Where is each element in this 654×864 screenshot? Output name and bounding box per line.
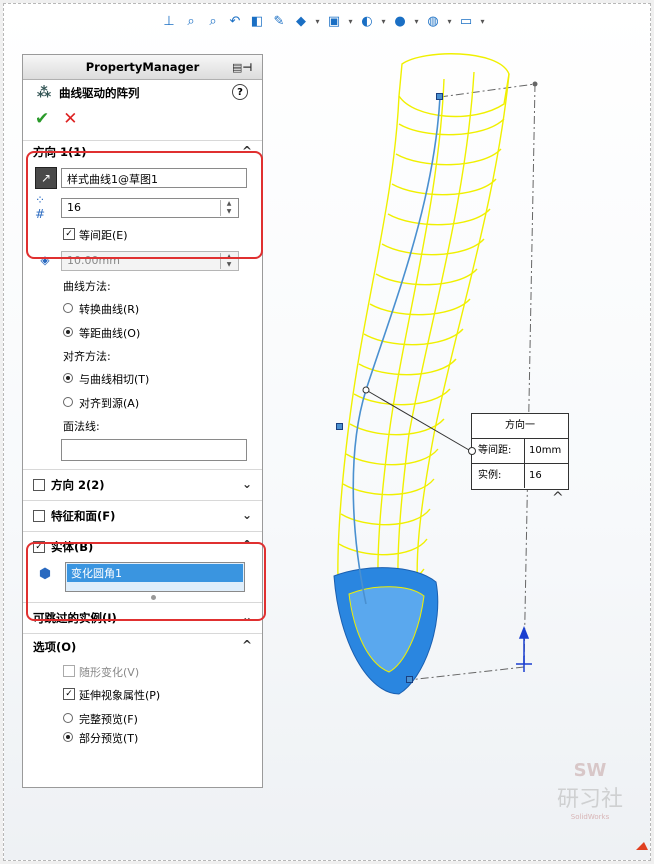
chevron-down-icon[interactable]: ⌄ [242, 477, 252, 491]
highlight-box-bodies [26, 542, 266, 621]
chevron-up-icon[interactable]: ^ [242, 638, 252, 652]
options-label: 选项(O) [33, 640, 77, 654]
endpoint-handle[interactable] [436, 93, 443, 100]
feature-header: ⁂ 曲线驱动的阵列 ? [23, 80, 262, 106]
curve-method-label: 曲线方法: [63, 280, 111, 293]
watermark-line2: 研习社 [556, 787, 623, 812]
window-frame: ⊥ ⌕ ⌕ ↶ ◧ ✎ ◆ ▾ ▣ ▾ ◐ ▾ ● ▾ ◍ ▾ ▭ ▾ ^ 方向… [3, 3, 651, 861]
sketch-point-handle[interactable] [336, 423, 343, 430]
ok-cancel-row: ✔ ✕ [23, 106, 262, 132]
callout-anchor [468, 447, 476, 455]
ok-button[interactable]: ✔ [35, 109, 49, 129]
feature-name: 曲线驱动的阵列 [59, 86, 140, 100]
help-icon[interactable]: ? [232, 84, 248, 100]
full-preview-label: 完整预览(F) [79, 713, 138, 726]
partial-preview-label: 部分预览(T) [79, 732, 139, 745]
features-faces-header[interactable]: 特征和面(F) ⌄ [23, 500, 262, 531]
collapse-callout-icon[interactable]: ^ [552, 490, 564, 506]
direction2-header[interactable]: 方向 2(2) ⌄ [23, 469, 262, 500]
cancel-button[interactable]: ✕ [63, 109, 77, 129]
callout-instances-value[interactable]: 16 [525, 464, 542, 488]
align-method-label: 对齐方法: [63, 350, 111, 363]
tangent-to-curve-radio[interactable] [63, 373, 73, 383]
transform-curve-radio[interactable] [63, 303, 73, 313]
callout-instances-label: 实例: [472, 464, 525, 488]
pm-title: PropertyManager [85, 60, 200, 74]
full-preview-radio[interactable] [63, 713, 73, 723]
vary-sketch-checkbox[interactable] [63, 665, 75, 677]
align-to-source-label: 对齐到源(A) [79, 397, 140, 410]
chevron-down-icon[interactable]: ⌄ [242, 508, 252, 522]
curve-driven-pattern-icon: ⁂ [36, 85, 52, 101]
propagate-visual-checkbox[interactable]: ✓ [63, 688, 75, 700]
watermark-line3: SolidWorks [570, 813, 610, 821]
tangent-to-curve-label: 与曲线相切(T) [79, 373, 150, 386]
face-normal-label: 面法线: [63, 420, 100, 433]
features-faces-checkbox[interactable] [33, 510, 45, 522]
highlight-box-direction1 [26, 151, 263, 259]
watermark-logo: SW 研习社 SolidWorks [540, 760, 640, 840]
features-faces-label: 特征和面(F) [51, 509, 116, 523]
origin-triad [516, 625, 532, 672]
vary-sketch-label: 随形变化(V) [79, 666, 140, 679]
pin-icon[interactable]: ▤⊣ [232, 59, 258, 75]
direction2-label: 方向 2(2) [51, 478, 105, 492]
options-header[interactable]: 选项(O) ^ [23, 633, 262, 660]
corner-flag-icon [636, 842, 648, 850]
propagate-visual-label: 延伸视象属性(P) [79, 689, 161, 702]
pattern-preview-wireframe [337, 53, 510, 605]
watermark-line1: SW [573, 760, 607, 781]
callout-leader [365, 389, 470, 451]
callout-title: 方向一 [472, 414, 568, 439]
curve-point[interactable] [362, 386, 370, 394]
callout-spacing-label: 等间距: [472, 439, 525, 463]
direction2-checkbox[interactable] [33, 479, 45, 491]
partial-preview-radio[interactable] [63, 732, 73, 742]
corner-handle[interactable] [406, 676, 413, 683]
pm-title-bar: PropertyManager ▤⊣ [23, 55, 262, 80]
corner-point [532, 81, 538, 87]
transform-curve-label: 转换曲线(R) [79, 303, 140, 316]
offset-curve-radio[interactable] [63, 327, 73, 337]
face-normal-field[interactable] [61, 439, 247, 461]
align-to-source-radio[interactable] [63, 397, 73, 407]
offset-curve-label: 等距曲线(O) [79, 327, 141, 340]
graphics-viewport[interactable]: ⊥ ⌕ ⌕ ↶ ◧ ✎ ◆ ▾ ▣ ▾ ◐ ▾ ● ▾ ◍ ▾ ▭ ▾ ^ 方向… [4, 4, 650, 860]
callout-spacing-value[interactable]: 10mm [525, 439, 561, 463]
direction-callout[interactable]: 方向一 等间距: 10mm 实例: 16 [468, 413, 569, 490]
